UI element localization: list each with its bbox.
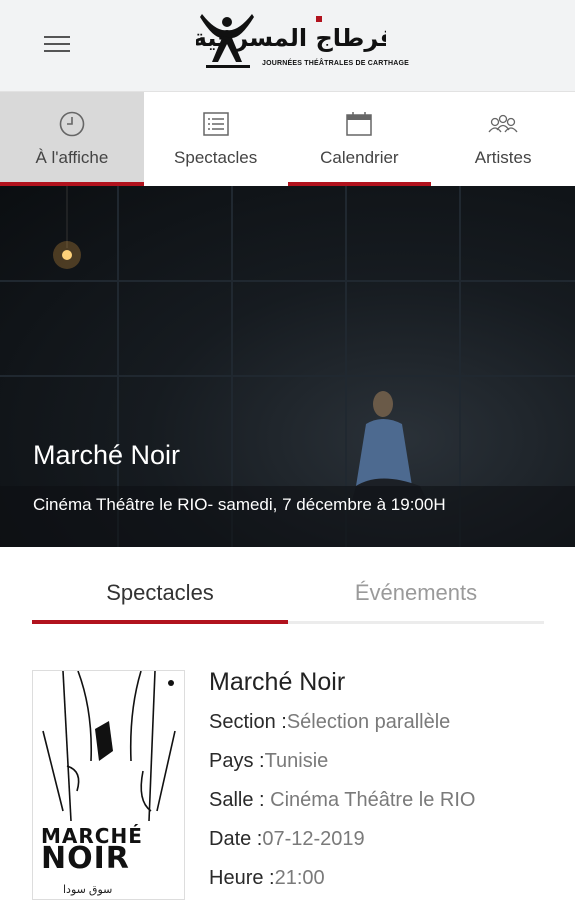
nav-label: À l'affiche bbox=[35, 148, 109, 167]
hero-image bbox=[0, 186, 575, 547]
clock-icon bbox=[57, 110, 87, 138]
show-poster[interactable]: MARCHÉ NOIR سوق سودا bbox=[32, 670, 185, 900]
list-icon bbox=[201, 110, 231, 138]
nav-item-artistes[interactable]: Artistes bbox=[431, 92, 575, 186]
field-section: Section :Sélection parallèle bbox=[209, 711, 451, 733]
nav-item-calendrier[interactable]: Calendrier bbox=[287, 92, 432, 186]
tab-label: Spectacles bbox=[106, 580, 214, 605]
field-heure: Heure :21:00 bbox=[209, 867, 325, 889]
content-tabs: Spectacles Événements bbox=[32, 570, 544, 626]
tab-indicator bbox=[32, 620, 288, 624]
nav-label: Spectacles bbox=[174, 148, 258, 167]
hamburger-icon[interactable] bbox=[44, 36, 70, 52]
field-date: Date :07-12-2019 bbox=[209, 828, 365, 850]
show-title[interactable]: Marché Noir bbox=[209, 668, 559, 697]
nav-item-affiche[interactable]: À l'affiche bbox=[0, 92, 144, 186]
poster-arabic: سوق سودا bbox=[63, 884, 113, 896]
nav-label: Artistes bbox=[474, 148, 532, 167]
hero-subtitle: Cinéma Théâtre le RIO- samedi, 7 décembr… bbox=[33, 495, 446, 514]
nav-label: Calendrier bbox=[320, 148, 399, 167]
artists-icon bbox=[488, 110, 518, 138]
calendar-icon bbox=[344, 110, 374, 138]
show-info: Marché Noir Section :Sélection parallèle… bbox=[209, 668, 559, 900]
nav-item-spectacles[interactable]: Spectacles bbox=[144, 92, 288, 186]
tab-indicator bbox=[288, 621, 544, 624]
poster-title: MARCHÉ NOIR bbox=[41, 824, 143, 876]
field-salle: Salle : Cinéma Théâtre le RIO bbox=[209, 789, 476, 811]
tab-label: Événements bbox=[354, 580, 478, 605]
hero-banner[interactable]: Marché Noir Cinéma Théâtre le RIO- samed… bbox=[0, 186, 575, 547]
app-header: أيام قرطاج المسرحية JOURNÉES THÉÂTRALES … bbox=[0, 0, 575, 92]
tab-spectacles[interactable]: Spectacles bbox=[32, 570, 288, 626]
main-nav: À l'affiche Spectacles Calendrier Artist… bbox=[0, 92, 575, 186]
hero-title: Marché Noir bbox=[33, 440, 181, 470]
svg-text:أيام قرطاج المسرحية: أيام قرطاج المسرحية bbox=[196, 22, 386, 52]
tab-evenements[interactable]: Événements bbox=[288, 570, 544, 626]
field-pays: Pays :Tunisie bbox=[209, 750, 329, 772]
logo-subtitle: JOURNÉES THÉÂTRALES DE CARTHAGE bbox=[262, 60, 409, 67]
